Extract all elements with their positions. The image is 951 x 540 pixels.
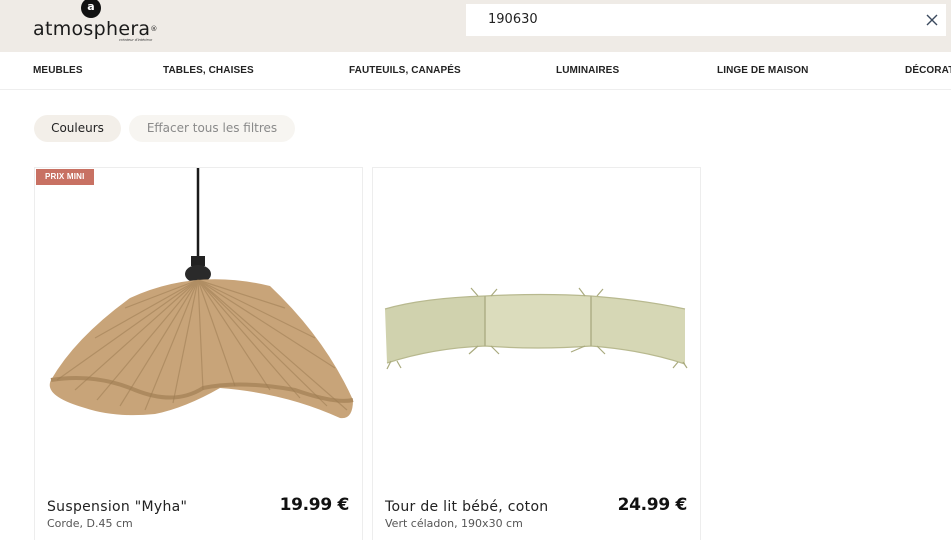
logo-tagline: créateur d'intérieur — [119, 37, 153, 42]
filter-colors-button[interactable]: Couleurs — [34, 115, 121, 142]
close-icon[interactable] — [922, 10, 942, 30]
product-subtitle: Corde, D.45 cm — [47, 517, 133, 530]
price-badge: PRIX MINI — [36, 169, 94, 185]
brand-logo[interactable]: a atmosphera® créateur d'intérieur — [33, 0, 157, 44]
clear-filters-button[interactable]: Effacer tous les filtres — [129, 115, 295, 142]
product-subtitle: Vert céladon, 190x30 cm — [385, 517, 523, 530]
site-header: a atmosphera® créateur d'intérieur 19063… — [0, 0, 951, 52]
main-nav: MEUBLES TABLES, CHAISES FAUTEUILS, CANAP… — [0, 52, 951, 90]
rope-pendant-lamp-image — [49, 168, 354, 419]
nav-item-meubles[interactable]: MEUBLES — [33, 65, 83, 76]
product-name[interactable]: Suspension "Myha" — [47, 499, 187, 515]
logo-mark-icon: a — [81, 0, 101, 18]
product-card[interactable]: PRIX MINI Suspension "Myha" Corde, D.45 … — [34, 167, 363, 540]
nav-item-decoration[interactable]: DÉCORATION — [905, 65, 951, 76]
logo-letter: a — [87, 0, 95, 13]
nav-item-linge-de-maison[interactable]: LINGE DE MAISON — [717, 65, 809, 76]
nav-item-luminaires[interactable]: LUMINAIRES — [556, 65, 619, 76]
nav-item-tables-chaises[interactable]: TABLES, CHAISES — [163, 65, 254, 76]
search-field[interactable]: 190630 — [466, 4, 946, 36]
product-name[interactable]: Tour de lit bébé, coton — [385, 499, 548, 515]
search-input[interactable]: 190630 — [488, 12, 538, 27]
nav-item-fauteuils-canapes[interactable]: FAUTEUILS, CANAPÉS — [349, 65, 461, 76]
product-price: 24.99 € — [617, 495, 688, 515]
baby-bed-bumper-image — [384, 287, 688, 370]
logo-registered-mark: ® — [150, 25, 158, 33]
product-card[interactable]: Tour de lit bébé, coton Vert céladon, 19… — [372, 167, 701, 540]
product-price: 19.99 € — [279, 495, 350, 515]
